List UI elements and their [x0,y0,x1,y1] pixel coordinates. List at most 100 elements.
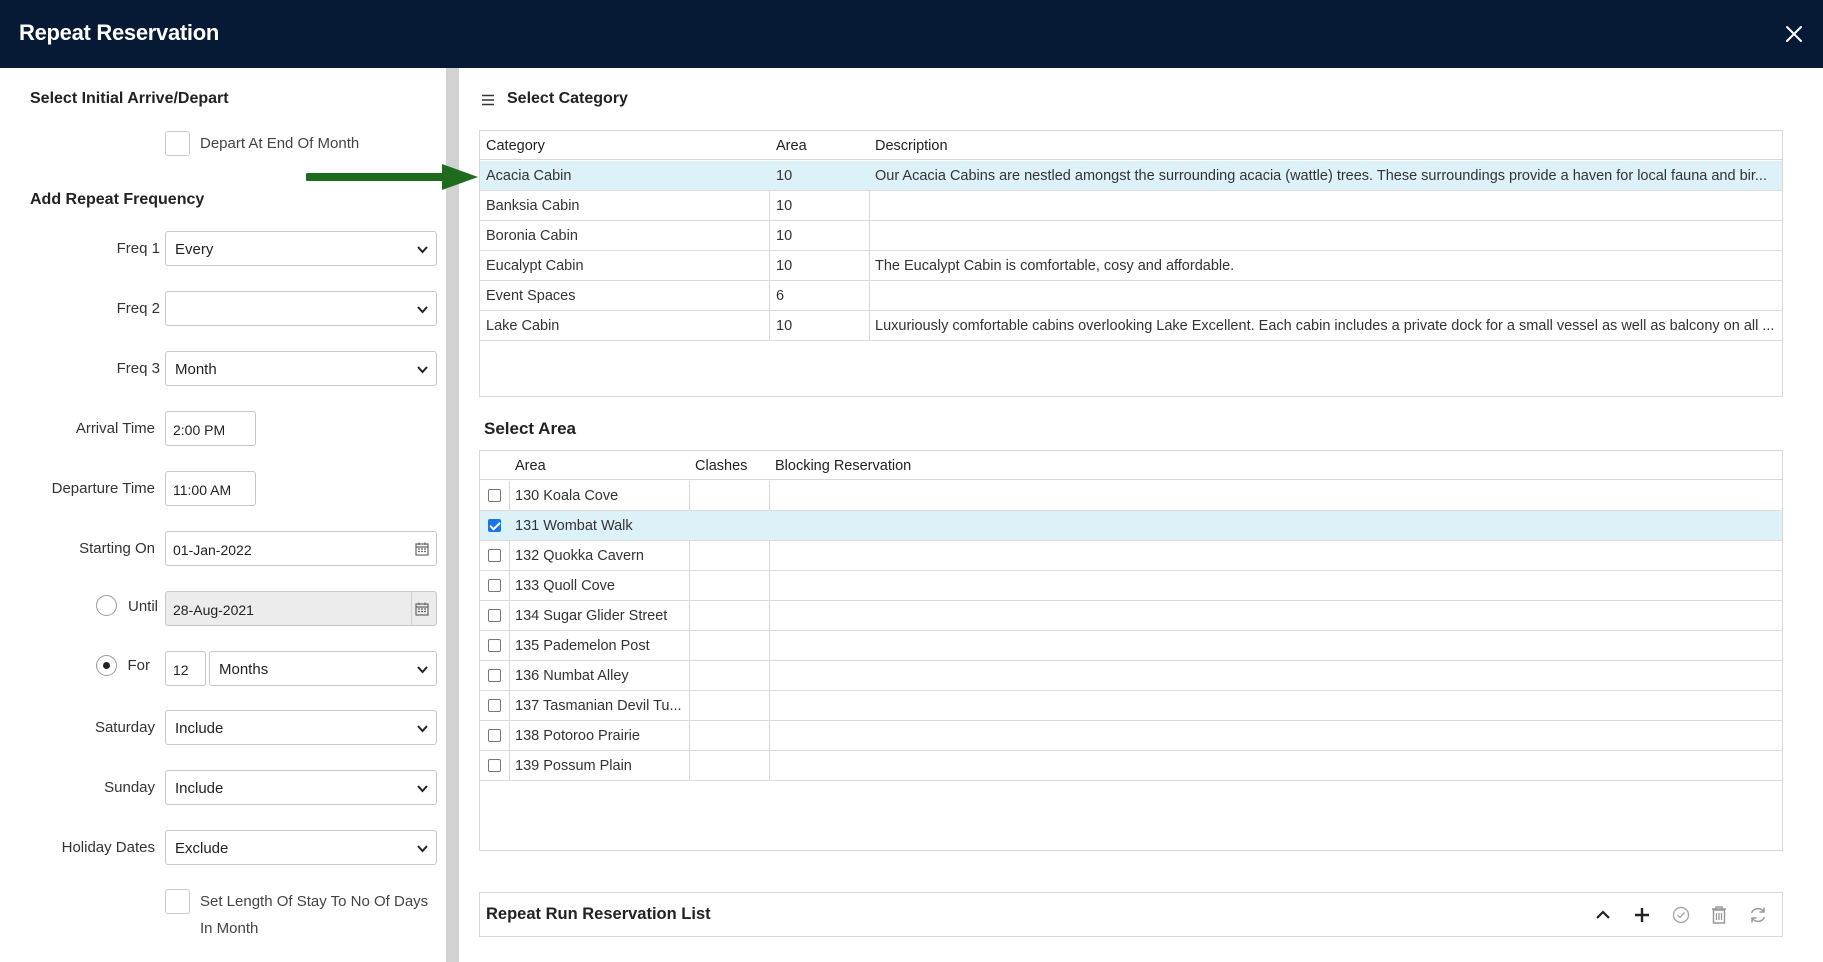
table-row[interactable]: Event Spaces 6 [480,281,1782,311]
area-name-cell: 139 Possum Plain [515,758,632,774]
until-label: Until [127,598,158,615]
departure-time-input[interactable]: 11:00 AM [165,471,256,506]
area-name-cell: 136 Numbat Alley [515,668,629,684]
repeat-frequency-title: Add Repeat Frequency [30,191,205,208]
category-grid: Category Area Description Acacia Cabin 1… [479,130,1783,397]
pane-splitter[interactable] [446,68,459,962]
category-cell: Lake Cabin [486,318,560,334]
length-of-stay-label-line2: In Month [200,920,259,937]
starting-on-date-input[interactable]: 01-Jan-2022 [165,531,437,566]
collapse-chevron-up-icon[interactable] [1592,904,1614,926]
description-cell: The Eucalypt Cabin is comfortable, cosy … [875,258,1235,274]
row-checkbox[interactable] [488,579,501,592]
holiday-dates-select[interactable]: Exclude [165,830,437,865]
chevron-down-icon [417,666,428,674]
calendar-icon[interactable] [414,601,430,617]
table-row[interactable]: 133 Quoll Cove [480,571,1782,601]
table-row[interactable]: 130 Koala Cove [480,481,1782,511]
area-name-cell: 130 Koala Cove [515,488,619,504]
initial-arrive-depart-title: Select Initial Arrive/Depart [30,90,229,107]
category-cell: Boronia Cabin [486,228,578,244]
starting-on-value: 01-Jan-2022 [173,542,252,558]
freq1-select[interactable]: Every [165,231,437,266]
table-row[interactable]: 131 Wombat Walk [480,511,1782,541]
freq3-value: Month [175,361,217,378]
freq1-value: Every [175,241,214,258]
row-checkbox[interactable] [488,729,501,742]
arrival-time-input[interactable]: 2:00 PM [165,411,256,446]
sunday-select[interactable]: Include [165,770,437,805]
area-name-cell: 134 Sugar Glider Street [515,608,668,624]
departure-time-label: Departure Time [51,480,155,497]
repeat-run-reservation-title: Repeat Run Reservation List [486,905,711,923]
column-header-category[interactable]: Category [486,138,545,154]
row-checkbox[interactable] [488,489,501,502]
description-cell: Luxuriously comfortable cabins overlooki… [875,318,1775,334]
select-area-title: Select Area [484,419,576,438]
table-row[interactable]: 134 Sugar Glider Street [480,601,1782,631]
row-checkbox[interactable] [488,639,501,652]
column-header-area[interactable]: Area [776,138,807,154]
for-unit-select[interactable]: Months [209,651,437,686]
table-row[interactable]: 136 Numbat Alley [480,661,1782,691]
saturday-select[interactable]: Include [165,710,437,745]
for-radio[interactable] [96,655,117,676]
calendar-separator [411,592,412,625]
chevron-down-icon [417,306,428,314]
chevron-down-icon [417,785,428,793]
confirm-check-icon[interactable] [1670,904,1692,926]
until-date-input[interactable]: 28-Aug-2021 [165,591,437,626]
table-row[interactable]: 132 Quokka Cavern [480,541,1782,571]
calendar-icon[interactable] [414,541,430,557]
for-label: For [127,657,151,674]
column-header-description[interactable]: Description [875,138,948,154]
table-row[interactable]: 139 Possum Plain [480,751,1782,781]
row-checkbox[interactable] [488,699,501,712]
repeat-run-reservation-panel: Repeat Run Reservation List [479,892,1783,937]
area-count-cell: 10 [776,318,793,334]
row-checkbox[interactable] [488,519,501,532]
table-row[interactable]: Boronia Cabin 10 [480,221,1782,251]
menu-icon[interactable] [481,93,495,107]
area-count-cell: 10 [776,168,793,184]
column-header-area[interactable]: Area [515,458,546,474]
refresh-icon[interactable] [1747,904,1769,926]
category-cell: Eucalypt Cabin [486,258,584,274]
row-checkbox[interactable] [488,549,501,562]
delete-trash-icon[interactable] [1708,904,1730,926]
column-header-blocking-reservation[interactable]: Blocking Reservation [775,458,911,474]
freq1-label: Freq 1 [116,240,160,257]
freq2-select[interactable] [165,291,437,326]
sunday-value: Include [175,780,224,797]
saturday-value: Include [175,720,224,737]
area-count-cell: 10 [776,198,793,214]
table-row[interactable]: Lake Cabin 10 Luxuriously comfortable ca… [480,311,1782,341]
depart-end-of-month-checkbox[interactable] [165,131,190,156]
table-row[interactable]: 135 Pademelon Post [480,631,1782,661]
window-title: Repeat Reservation [19,20,220,45]
add-icon[interactable] [1631,904,1653,926]
area-grid: Area Clashes Blocking Reservation 130 Ko… [479,450,1783,851]
table-row[interactable]: Banksia Cabin 10 [480,191,1782,221]
area-name-cell: 137 Tasmanian Devil Tu... [515,698,682,714]
depart-end-of-month-label: Depart At End Of Month [200,135,360,152]
table-row[interactable]: Eucalypt Cabin 10 The Eucalypt Cabin is … [480,251,1782,281]
close-icon[interactable] [1783,23,1805,45]
table-row[interactable]: 137 Tasmanian Devil Tu... [480,691,1782,721]
for-unit-value: Months [219,661,269,678]
column-header-clashes[interactable]: Clashes [695,458,747,474]
row-checkbox[interactable] [488,759,501,772]
table-row[interactable]: Acacia Cabin 10 Our Acacia Cabins are ne… [480,161,1782,191]
row-checkbox[interactable] [488,609,501,622]
for-count-input[interactable]: 12 [165,651,206,686]
table-row[interactable]: 138 Potoroo Prairie [480,721,1782,751]
length-of-stay-checkbox[interactable] [165,889,190,914]
freq3-select[interactable]: Month [165,351,437,386]
until-value: 28-Aug-2021 [173,602,254,618]
category-cell: Acacia Cabin [486,168,572,184]
category-cell: Banksia Cabin [486,198,580,214]
until-radio[interactable] [96,595,117,616]
starting-on-label: Starting On [79,540,155,557]
row-checkbox[interactable] [488,669,501,682]
repeat-settings-pane: Select Initial Arrive/Depart Depart At E… [0,68,446,962]
